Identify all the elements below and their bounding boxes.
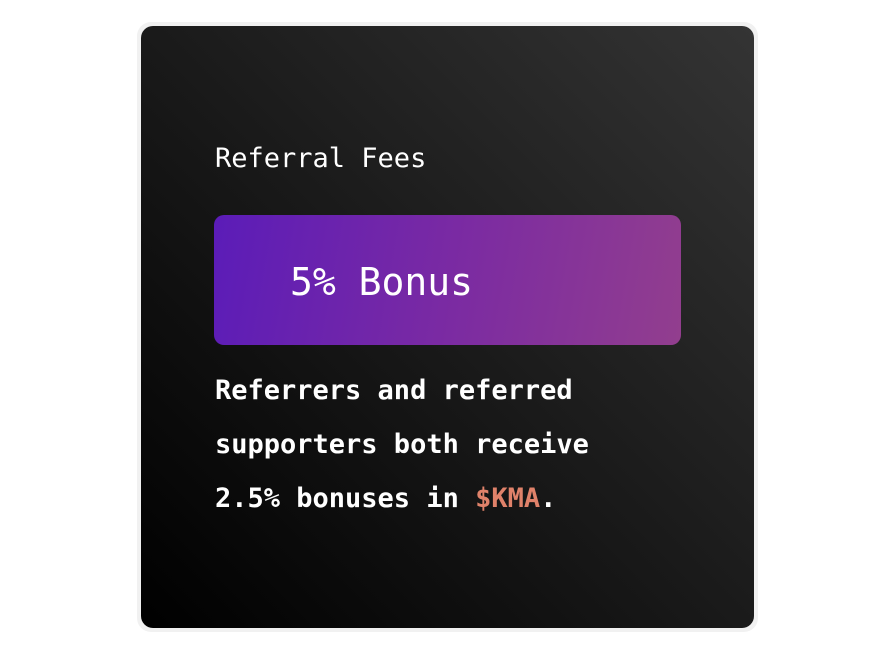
description-line-1: Referrers and referred (215, 375, 573, 406)
description-line-3-prefix: 2.5% bonuses in (215, 483, 476, 514)
card-description: Referrers and referred supporters both r… (215, 364, 695, 526)
description-line-3: 2.5% bonuses in $KMA. (215, 472, 695, 526)
bonus-label: 5% Bonus (290, 260, 474, 304)
bonus-banner: 5% Bonus (214, 215, 681, 345)
referral-fees-card: Referral Fees 5% Bonus Referrers and ref… (141, 26, 754, 628)
description-line-3-suffix: . (540, 483, 557, 514)
token-symbol: $KMA (475, 483, 541, 514)
card-title: Referral Fees (215, 143, 427, 174)
description-line-2: supporters both receive (215, 429, 589, 460)
